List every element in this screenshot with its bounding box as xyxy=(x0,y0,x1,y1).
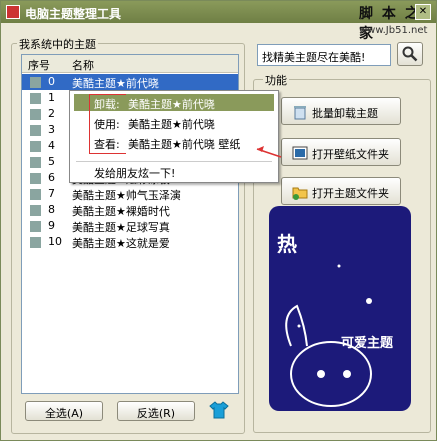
menu-item-uninstall-value: 美酷主题★前代晓 xyxy=(128,98,215,111)
row-checkbox[interactable] xyxy=(30,221,41,232)
row-checkbox[interactable] xyxy=(30,109,41,120)
row-index: 9 xyxy=(48,219,55,232)
open-theme-folder-label: 打开主题文件夹 xyxy=(312,187,389,200)
row-index: 2 xyxy=(48,107,55,120)
row-index: 6 xyxy=(48,171,55,184)
open-theme-folder-button[interactable]: 打开主题文件夹 xyxy=(281,177,401,205)
row-checkbox[interactable] xyxy=(30,93,41,104)
row-checkbox[interactable] xyxy=(30,237,41,248)
search-input[interactable]: 找精美主题尽在美酷! xyxy=(257,44,391,66)
window-title: 电脑主题整理工具 xyxy=(25,7,122,21)
trash-icon xyxy=(292,104,308,120)
arrow-annotation xyxy=(256,146,282,158)
picture-icon xyxy=(292,145,308,161)
row-name: 美酷主题★这就是爱 xyxy=(72,237,170,250)
app-icon xyxy=(6,5,20,19)
menu-item-share-label: 发给朋友炫一下! xyxy=(94,167,176,180)
highlight-bracket xyxy=(89,94,126,154)
row-index: 7 xyxy=(48,187,55,200)
row-index: 3 xyxy=(48,123,55,136)
row-checkbox[interactable] xyxy=(30,157,41,168)
row-index: 1 xyxy=(48,91,55,104)
app-window: 电脑主题整理工具 脚 本 之 家 ✕ www.Jb51.net 我系统中的主题 … xyxy=(0,0,437,441)
search-input-text: 找精美主题尽在美酷! xyxy=(262,51,366,64)
menu-item-use-value: 美酷主题★前代晓 xyxy=(128,118,215,131)
menu-item-view-value: 美酷主题★前代晓 壁纸 xyxy=(128,138,241,151)
tshirt-icon[interactable] xyxy=(209,401,229,419)
row-checkbox[interactable] xyxy=(30,205,41,216)
watermark-url: www.Jb51.net xyxy=(359,25,428,36)
search-icon xyxy=(402,46,418,62)
row-name: 美酷主题★足球写真 xyxy=(72,221,170,234)
batch-uninstall-label: 批量卸载主题 xyxy=(312,107,378,120)
row-index: 8 xyxy=(48,203,55,216)
open-wallpaper-folder-button[interactable]: 打开壁纸文件夹 xyxy=(281,138,401,166)
list-header: 序号 名称 xyxy=(22,55,238,73)
row-index: 5 xyxy=(48,155,55,168)
row-index: 10 xyxy=(48,235,62,248)
close-button[interactable]: ✕ xyxy=(415,4,431,20)
theme-list-group-label: 我系统中的主题 xyxy=(17,36,98,52)
row-checkbox[interactable] xyxy=(30,173,41,184)
select-all-label: 全选(A) xyxy=(44,407,84,420)
row-index: 4 xyxy=(48,139,55,152)
open-wallpaper-folder-label: 打开壁纸文件夹 xyxy=(312,148,389,161)
function-group-label: 功能 xyxy=(263,72,289,88)
row-checkbox[interactable] xyxy=(30,125,41,136)
menu-separator xyxy=(76,161,272,162)
menu-item-share[interactable]: 发给朋友炫一下! xyxy=(74,163,274,180)
invert-selection-button[interactable]: 反选(R) xyxy=(117,401,195,421)
column-header-name[interactable]: 名称 xyxy=(72,57,94,73)
row-name: 美酷主题★前代晓 xyxy=(72,77,159,90)
title-bar: 电脑主题整理工具 脚 本 之 家 ✕ xyxy=(1,1,436,42)
column-header-index[interactable]: 序号 xyxy=(28,57,50,73)
search-button[interactable] xyxy=(397,42,423,66)
row-checkbox[interactable] xyxy=(30,189,41,200)
table-row[interactable]: 10 美酷主题★这就是爱 xyxy=(22,234,238,250)
row-name: 美酷主题★帅气玉泽演 xyxy=(72,189,181,202)
row-checkbox[interactable] xyxy=(30,77,41,88)
row-checkbox[interactable] xyxy=(30,141,41,152)
table-row[interactable]: 0 美酷主题★前代晓 xyxy=(22,74,238,90)
invert-selection-label: 反选(R) xyxy=(136,407,176,420)
row-index: 0 xyxy=(48,75,55,88)
preview-title: 可爱主题 xyxy=(341,336,394,351)
folder-icon xyxy=(292,184,308,200)
table-row[interactable]: 9 美酷主题★足球写真 xyxy=(22,218,238,234)
select-all-button[interactable]: 全选(A) xyxy=(25,401,103,421)
row-name: 美酷主题★裸婚时代 xyxy=(72,205,170,218)
table-row[interactable]: 7 美酷主题★帅气玉泽演 xyxy=(22,186,238,202)
batch-uninstall-button[interactable]: 批量卸载主题 xyxy=(281,97,401,125)
preview-top-text: 热 xyxy=(277,232,297,256)
table-row[interactable]: 8 美酷主题★裸婚时代 xyxy=(22,202,238,218)
theme-preview: 热 可爱主题 xyxy=(269,206,411,411)
